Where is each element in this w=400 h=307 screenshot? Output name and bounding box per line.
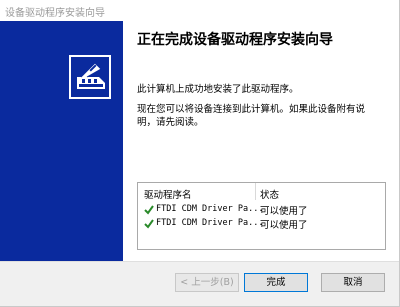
driver-status: 可以使用了 (260, 206, 308, 217)
check-icon (144, 205, 154, 215)
table-row[interactable]: FTDI CDM Driver Pa... 可以使用了 (138, 217, 385, 231)
page-title: 正在完成设备驱动程序安装向导 (137, 32, 333, 48)
window-title: 设备驱动程序安装向导 (5, 8, 105, 19)
hardware-install-icon (69, 55, 111, 99)
button-bar: < 上一步(B) 完成 取消 (0, 262, 399, 306)
column-header-name[interactable]: 驱动程序名 (144, 187, 192, 201)
driver-name: FTDI CDM Driver Pa... (156, 218, 264, 228)
instruction-message: 现在您可以将设备连接到此计算机。如果此设备附有说明，请先阅读。 (137, 104, 366, 128)
column-divider[interactable] (255, 183, 256, 200)
cancel-button[interactable]: 取消 (321, 273, 385, 292)
table-row[interactable]: FTDI CDM Driver Pa... 可以使用了 (138, 203, 385, 217)
table-header: 驱动程序名 状态 (138, 183, 385, 201)
driver-name: FTDI CDM Driver Pa... (156, 204, 264, 214)
wizard-banner (0, 21, 123, 261)
title-bar: 设备驱动程序安装向导 (0, 0, 399, 21)
finish-button[interactable]: 完成 (244, 273, 308, 292)
driver-status: 可以使用了 (260, 220, 308, 231)
back-button[interactable]: < 上一步(B) (175, 273, 239, 292)
driver-table: 驱动程序名 状态 FTDI CDM Driver Pa... 可以使用了 FTD… (137, 182, 386, 250)
installer-window: 设备驱动程序安装向导 正在完成设备驱动程序安装向导 此计算机上成功地安装了此驱动… (0, 0, 400, 307)
check-icon (144, 219, 154, 229)
success-message: 此计算机上成功地安装了此驱动程序。 (137, 84, 299, 95)
column-header-status[interactable]: 状态 (260, 187, 279, 201)
